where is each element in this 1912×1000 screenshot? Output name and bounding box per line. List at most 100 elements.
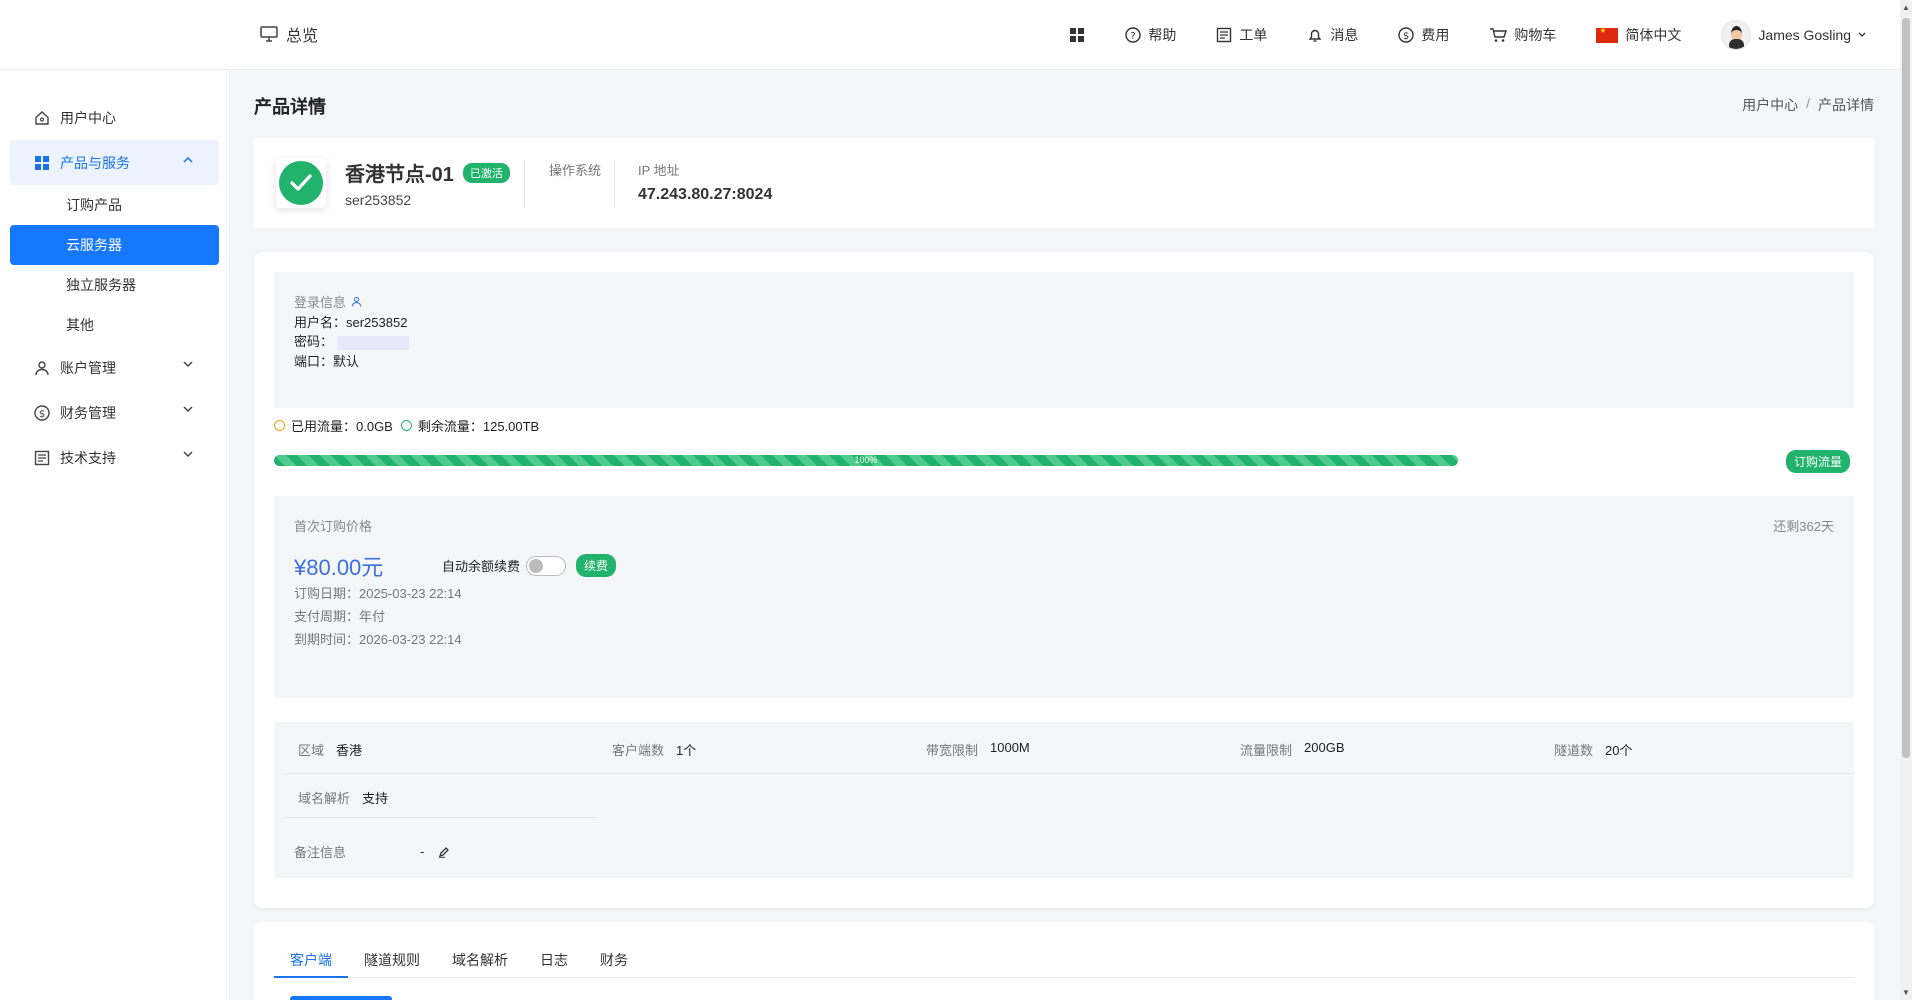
apps-button[interactable] — [1069, 27, 1085, 43]
help-label: 帮助 — [1148, 27, 1177, 43]
spec-key: 客户端数 — [612, 743, 665, 758]
spec-key: 域名解析 — [298, 791, 351, 806]
primary-action-button[interactable] — [290, 996, 392, 1000]
monitor-icon — [260, 26, 278, 42]
ticket-button[interactable]: 工单 — [1216, 25, 1267, 45]
svg-text:?: ? — [1131, 31, 1136, 42]
tab-tunnel-rules[interactable]: 隧道规则 — [348, 950, 436, 978]
spec-panel: 区域 香港 客户端数 1个 带宽限制 1000M 流量限制 200GB 隧道数 … — [274, 722, 1854, 878]
spec-tunnels: 隧道数 20个 — [1554, 740, 1632, 759]
remaining-dot-icon — [400, 420, 412, 431]
user-name: James Gosling — [1758, 27, 1851, 43]
tab-logs[interactable]: 日志 — [524, 950, 584, 978]
spec-region: 区域 香港 — [298, 740, 362, 759]
auto-renew-group: 自动余额续费 续费 — [442, 554, 617, 577]
price-value: ¥80.00元 — [294, 555, 384, 580]
ip-value: 47.243.80.27:8024 — [638, 186, 773, 203]
tab-finance[interactable]: 财务 — [584, 950, 644, 978]
spec-value: 香港 — [336, 743, 363, 758]
password-mask[interactable] — [337, 335, 410, 350]
spec-value: 200GB — [1304, 740, 1345, 755]
scroll-thumb[interactable] — [1902, 18, 1910, 758]
login-info-title-text: 登录信息 — [294, 295, 347, 310]
edit-icon[interactable] — [438, 846, 450, 858]
sidebar-item-finance[interactable]: $ 财务管理 — [10, 390, 219, 435]
product-info-card: 香港节点-01 已激活 ser253852 操作系统 IP 地址 47.243.… — [254, 138, 1874, 228]
sidebar-item-products[interactable]: 产品与服务 — [10, 140, 219, 185]
help-button[interactable]: ? 帮助 — [1125, 25, 1176, 45]
node-title: 香港节点-01 已激活 — [345, 158, 510, 187]
page-scrollbar[interactable]: ▲ ▼ — [1900, 0, 1912, 1000]
sidebar-subitem-order-product[interactable]: 订购产品 — [10, 185, 219, 225]
expire-date: 到期时间：2026-03-23 22:14 — [294, 632, 462, 647]
status-icon-box — [276, 158, 326, 208]
remark-row: 备注信息 - — [294, 842, 450, 861]
cart-label: 购物车 — [1514, 27, 1557, 43]
language-label: 简体中文 — [1625, 27, 1682, 43]
fee-button[interactable]: $ 费用 — [1398, 25, 1449, 45]
status-badge: 已激活 — [462, 162, 510, 183]
chevron-down-icon — [183, 451, 193, 458]
order-traffic-button[interactable]: 订购流量 — [1786, 450, 1851, 473]
top-header: 总览 ? 帮助 工单 消息 $ 费用 购物车 简体中文 — [0, 0, 1900, 70]
tabs-card: 客户端 隧道规则 域名解析 日志 财务 — [254, 922, 1874, 1000]
detail-card: 登录信息 用户名：ser253852 密码： 端口：默认 已用流量：0.0GB … — [254, 252, 1874, 908]
svg-text:$: $ — [1403, 31, 1409, 42]
home-icon — [35, 110, 49, 125]
scroll-up-icon[interactable]: ▲ — [1902, 3, 1910, 12]
cart-icon — [1490, 28, 1508, 42]
tab-dns[interactable]: 域名解析 — [436, 950, 524, 978]
sidebar-item-account[interactable]: 账户管理 — [10, 345, 219, 390]
svg-text:$: $ — [39, 409, 45, 420]
auto-renew-label: 自动余额续费 — [442, 559, 521, 574]
cart-button[interactable]: 购物车 — [1489, 25, 1556, 45]
sidebar-subitem-other[interactable]: 其他 — [10, 305, 219, 345]
scroll-down-icon[interactable]: ▼ — [1902, 988, 1910, 997]
remark-key: 备注信息 — [294, 845, 347, 860]
overview-link[interactable]: 总览 — [260, 22, 318, 46]
pay-cycle: 支付周期：年付 — [294, 609, 386, 624]
spec-traffic-limit: 流量限制 200GB — [1240, 740, 1345, 759]
breadcrumb-current: 产品详情 — [1818, 97, 1874, 113]
traffic-summary: 已用流量：0.0GB 剩余流量：125.00TB — [274, 416, 539, 435]
dollar-icon: $ — [1398, 27, 1415, 43]
user-menu[interactable]: James Gosling — [1721, 20, 1866, 50]
message-label: 消息 — [1330, 27, 1359, 43]
tab-clients[interactable]: 客户端 — [274, 950, 348, 978]
spec-value: 1000M — [990, 740, 1030, 755]
page-header: 产品详情 用户中心 / 产品详情 — [231, 71, 1900, 137]
divider — [614, 160, 615, 208]
breadcrumb-user-center[interactable]: 用户中心 — [1742, 95, 1798, 115]
login-password: 密码： — [294, 331, 410, 350]
renew-button[interactable]: 续费 — [576, 554, 617, 577]
login-info-panel: 登录信息 用户名：ser253852 密码： 端口：默认 — [274, 272, 1854, 408]
help-icon: ? — [1125, 27, 1142, 43]
auto-renew-toggle[interactable] — [526, 555, 567, 576]
sidebar-subitem-cloud-server[interactable]: 云服务器 — [10, 225, 219, 265]
sidebar-item-user-center[interactable]: 用户中心 — [10, 95, 219, 140]
first-price-label: 首次订购价格 — [294, 519, 373, 534]
sidebar: 用户中心 产品与服务 订购产品 云服务器 独立服务器 其他 账户管理 $ 财务管… — [0, 71, 230, 1000]
sidebar-item-label: 用户中心 — [60, 109, 116, 126]
language-selector[interactable]: 简体中文 — [1596, 25, 1681, 45]
message-button[interactable]: 消息 — [1307, 25, 1358, 45]
spec-value: 20个 — [1605, 743, 1633, 758]
sidebar-subitem-dedicated-server[interactable]: 独立服务器 — [10, 265, 219, 305]
traffic-remaining: 剩余流量：125.00TB — [417, 419, 540, 434]
divider — [524, 160, 525, 208]
remaining-days: 还剩362天 — [1773, 519, 1834, 534]
spec-dns: 域名解析 支持 — [298, 788, 388, 807]
sidebar-item-support[interactable]: 技术支持 — [10, 435, 219, 480]
order-date: 订购日期：2025-03-23 22:14 — [294, 586, 462, 601]
traffic-progress-fill: 100% — [274, 455, 1458, 466]
spec-clients: 客户端数 1个 — [612, 740, 696, 759]
spec-key: 区域 — [298, 743, 325, 758]
password-label: 密码： — [294, 334, 334, 349]
spec-value: 1个 — [676, 743, 697, 758]
document-icon — [34, 450, 50, 465]
breadcrumb-separator: / — [1806, 95, 1810, 111]
spec-value: 支持 — [362, 791, 389, 806]
page-title: 产品详情 — [254, 97, 326, 117]
login-info-title: 登录信息 — [294, 292, 362, 311]
apps-icon — [35, 155, 49, 170]
